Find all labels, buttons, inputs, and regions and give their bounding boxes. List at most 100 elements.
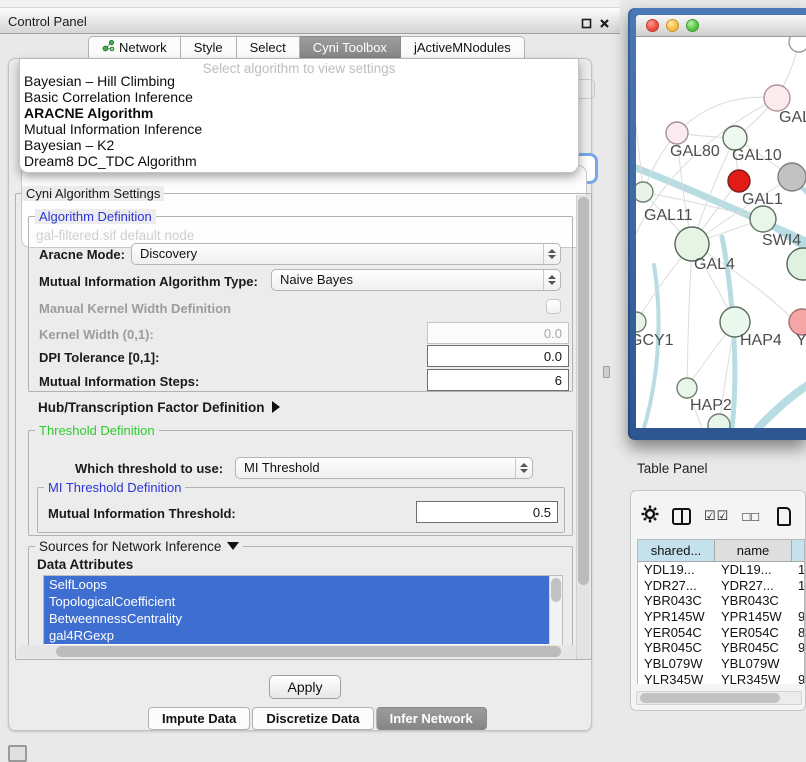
panel-resize-grip[interactable] bbox=[603, 366, 610, 378]
network-node-label: HAP2 bbox=[690, 397, 732, 414]
network-canvas[interactable]: GALGAL80GAL10GAL1GAL11SWI4GAL4GCY1HAP4YH… bbox=[636, 37, 806, 428]
table-cell: YLR345W bbox=[638, 672, 715, 684]
tab-network[interactable]: Network bbox=[88, 36, 181, 59]
table-row[interactable]: YPR145WYPR145W9. bbox=[638, 609, 804, 625]
tab-jactivemnodules[interactable]: jActiveMNodules bbox=[401, 36, 525, 59]
close-icon[interactable] bbox=[599, 16, 610, 34]
network-node-label: Y bbox=[796, 332, 806, 349]
table-row[interactable]: YDR27...YDR27...12 bbox=[638, 578, 804, 594]
node-attribute-table[interactable]: shared...nameAYDL19...YDL19...13YDR27...… bbox=[637, 539, 805, 684]
tab-discretize-data[interactable]: Discretize Data bbox=[252, 707, 373, 730]
manual-kernel-label: Manual Kernel Width Definition bbox=[39, 301, 231, 316]
split-panes-icon[interactable] bbox=[672, 508, 691, 525]
cyni-toolbox-panel: gal-filtered.sif default node Select alg… bbox=[8, 58, 592, 731]
table-row[interactable]: YBR045CYBR045C9. bbox=[638, 640, 804, 656]
tab-impute-data[interactable]: Impute Data bbox=[148, 707, 250, 730]
kernel-width-input[interactable] bbox=[427, 322, 569, 344]
tab-style[interactable]: Style bbox=[181, 36, 237, 59]
network-node[interactable] bbox=[789, 37, 806, 52]
scrollbar-thumb[interactable] bbox=[578, 197, 589, 585]
mi-type-combo[interactable]: Naive Bayes bbox=[271, 269, 561, 291]
network-node-gal2[interactable] bbox=[764, 85, 790, 111]
mi-type-label: Mutual Information Algorithm Type: bbox=[39, 274, 258, 289]
network-edge[interactable] bbox=[636, 97, 643, 192]
table-panel: ☑☑ □□ shared...nameAYDL19...YDL19...13YD… bbox=[630, 490, 806, 711]
minimized-panel-icon[interactable] bbox=[8, 745, 27, 762]
apply-button[interactable]: Apply bbox=[269, 675, 341, 699]
data-attributes-label: Data Attributes bbox=[37, 557, 133, 572]
dpi-tolerance-input[interactable] bbox=[427, 345, 569, 367]
network-node-swi4[interactable] bbox=[750, 206, 776, 232]
table-cell bbox=[792, 656, 805, 672]
dropdown-item[interactable]: Bayesian – K2 bbox=[20, 137, 578, 153]
network-node-label: GAL bbox=[779, 109, 806, 126]
stepper-icon bbox=[543, 270, 560, 290]
attribute-list-item[interactable]: gal4RGexp bbox=[44, 627, 549, 644]
float-icon[interactable] bbox=[581, 16, 592, 34]
dropdown-item[interactable]: ARACNE Algorithm bbox=[20, 105, 578, 121]
network-window-titlebar[interactable] bbox=[636, 15, 806, 37]
tab-label: Style bbox=[194, 37, 223, 58]
minimize-traffic-light-icon[interactable] bbox=[666, 19, 679, 32]
network-node-gal11[interactable] bbox=[636, 182, 653, 202]
algorithm-definition-group: Algorithm Definition Aracne Mode: Discov… bbox=[28, 216, 573, 392]
attribute-list-item[interactable]: BetweennessCentrality bbox=[44, 610, 549, 627]
attribute-list-item[interactable]: SelfLoops bbox=[44, 576, 549, 593]
attribute-list-item[interactable]: TopologicalCoefficient bbox=[44, 593, 549, 610]
which-threshold-combo[interactable]: MI Threshold bbox=[235, 457, 533, 479]
scrollbar-thumb[interactable] bbox=[640, 693, 780, 703]
unchecked-columns-icon[interactable]: □□ bbox=[742, 509, 760, 524]
network-node[interactable] bbox=[787, 248, 806, 280]
close-traffic-light-icon[interactable] bbox=[646, 19, 659, 32]
control-panel-top-strip bbox=[0, 0, 620, 7]
table-row[interactable]: YER054CYER054C8. bbox=[638, 625, 804, 641]
table-row[interactable]: YDL19...YDL19...13 bbox=[638, 562, 804, 578]
tab-select[interactable]: Select bbox=[237, 36, 300, 59]
hub-definition-label: Hub/Transcription Factor Definition bbox=[38, 400, 265, 415]
table-cell: 9. bbox=[792, 609, 805, 625]
tab-cyni-toolbox[interactable]: Cyni Toolbox bbox=[300, 36, 401, 59]
manual-kernel-checkbox[interactable] bbox=[546, 299, 561, 314]
settings-horizontal-scrollbar[interactable] bbox=[18, 645, 576, 658]
table-cell: 12 bbox=[792, 578, 805, 594]
network-edge[interactable] bbox=[687, 244, 692, 388]
data-attributes-list[interactable]: SelfLoopsTopologicalCoefficientBetweenne… bbox=[43, 575, 563, 649]
column-header[interactable]: A bbox=[792, 540, 805, 562]
gear-icon[interactable] bbox=[641, 505, 659, 528]
network-edge[interactable] bbox=[677, 97, 777, 133]
mi-steps-input[interactable] bbox=[427, 369, 569, 391]
column-header[interactable]: shared... bbox=[638, 540, 715, 562]
table-row[interactable]: YBR043CYBR043C bbox=[638, 593, 804, 609]
dropdown-item[interactable]: Mutual Information Inference bbox=[20, 121, 578, 137]
attributes-vertical-scrollbar[interactable] bbox=[549, 576, 562, 648]
scrollbar-thumb[interactable] bbox=[56, 646, 561, 657]
network-node-label: HAP4 bbox=[740, 332, 782, 349]
tab-label: Select bbox=[250, 37, 286, 58]
table-row[interactable]: YLR345WYLR345W9. bbox=[638, 672, 804, 684]
network-node-gal1[interactable] bbox=[728, 170, 750, 192]
checked-columns-icon[interactable]: ☑☑ bbox=[704, 508, 729, 524]
scrollbar-thumb[interactable] bbox=[551, 578, 561, 602]
mi-threshold-input[interactable] bbox=[416, 501, 558, 523]
dropdown-item[interactable]: Dream8 DC_TDC Algorithm bbox=[20, 153, 578, 169]
sources-group-toggle[interactable]: Sources for Network Inference bbox=[35, 539, 243, 554]
hub-definition-toggle[interactable]: Hub/Transcription Factor Definition bbox=[38, 400, 280, 415]
network-node-gcy1[interactable] bbox=[636, 312, 646, 332]
table-row[interactable]: YBL079WYBL079W bbox=[638, 656, 804, 672]
table-horizontal-scrollbar[interactable] bbox=[636, 691, 802, 705]
document-icon[interactable] bbox=[777, 507, 791, 526]
dropdown-item[interactable]: Basic Correlation Inference bbox=[20, 89, 578, 105]
stepper-icon bbox=[515, 458, 532, 478]
network-node[interactable] bbox=[708, 414, 730, 428]
network-node-gal80[interactable] bbox=[666, 122, 688, 144]
network-node[interactable] bbox=[778, 163, 806, 191]
table-cell: 9. bbox=[792, 640, 805, 656]
aracne-mode-combo[interactable]: Discovery bbox=[131, 243, 561, 265]
network-node-hap2[interactable] bbox=[677, 378, 697, 398]
network-node-label: GAL10 bbox=[732, 147, 782, 164]
network-edge[interactable] bbox=[758, 385, 806, 428]
tab-infer-network[interactable]: Infer Network bbox=[376, 707, 487, 730]
settings-vertical-scrollbar[interactable] bbox=[576, 195, 590, 659]
zoom-traffic-light-icon[interactable] bbox=[686, 19, 699, 32]
column-header[interactable]: name bbox=[715, 540, 792, 562]
